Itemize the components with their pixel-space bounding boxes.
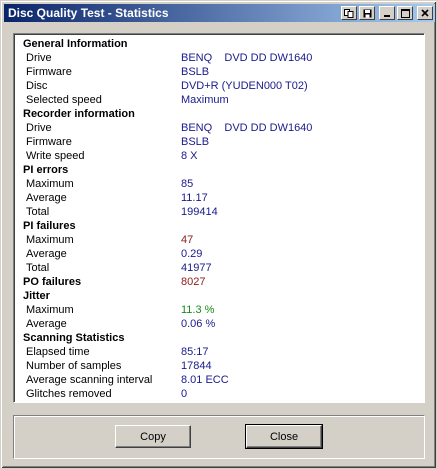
section-header: Jitter (23, 289, 424, 303)
stat-value: 8 X (181, 150, 198, 162)
section-header-value: 8027 (181, 276, 206, 288)
section-header: PI failures (23, 219, 424, 233)
stat-label: Drive (26, 52, 52, 64)
stat-value: Maximum (181, 94, 229, 106)
stat-value: 8.01 ECC (181, 374, 229, 386)
stat-row: Glitches removed 0 (23, 387, 424, 401)
stat-value: 0.06 % (181, 318, 216, 330)
stat-row: Average 0.29 (23, 247, 424, 261)
stat-label: Drive (26, 122, 52, 134)
stat-value: BSLB (181, 136, 210, 148)
stat-row: Firmware BSLB (23, 135, 424, 149)
stat-value: 85:17 (181, 346, 209, 358)
stat-row: Average scanning interval 8.01 ECC (23, 373, 424, 387)
stat-row: Total 199414 (23, 205, 424, 219)
stat-label: Average (26, 318, 67, 330)
stat-row: Drive BENQ DVD DD DW1640 (23, 51, 424, 65)
stat-row: Maximum 11.3 % (23, 303, 424, 317)
stat-label: Average scanning interval (26, 374, 153, 386)
stat-label: Maximum (26, 304, 74, 316)
section-header: Scanning Statistics (23, 331, 424, 345)
minimize-icon[interactable] (379, 6, 395, 20)
section-header-label: PI failures (23, 220, 76, 232)
stat-row: Maximum 47 (23, 233, 424, 247)
stat-value: 11.17 (181, 192, 208, 204)
stat-row: Elapsed time 85:17 (23, 345, 424, 359)
save-icon[interactable] (359, 6, 375, 20)
stat-value: 199414 (181, 206, 218, 218)
stat-row: Firmware BSLB (23, 65, 424, 79)
stat-value: BENQ DVD DD DW1640 (181, 122, 313, 134)
stat-row: Disc DVD+R (YUDEN000 T02) (23, 79, 424, 93)
close-icon[interactable] (417, 6, 433, 20)
stat-row: Maximum 85 (23, 177, 424, 191)
statistics-window: Disc Quality Test - Statistics General I… (0, 0, 437, 469)
stat-row: Average 0.06 % (23, 317, 424, 331)
stat-row: Number of samples 17844 (23, 359, 424, 373)
section-header-label: Jitter (23, 290, 50, 302)
stat-label: Elapsed time (26, 346, 90, 358)
stat-value: 85 (181, 178, 194, 190)
stat-row: Total 41977 (23, 261, 424, 275)
stat-label: Firmware (26, 66, 72, 78)
section-header-label: Scanning Statistics (23, 332, 125, 344)
title-bar[interactable]: Disc Quality Test - Statistics (4, 4, 435, 22)
stat-row: Average 11.17 (23, 191, 424, 205)
stat-value: 0.29 (181, 248, 203, 260)
stat-value: DVD+R (YUDEN000 T02) (181, 80, 308, 92)
section-header-label: PO failures (23, 276, 82, 288)
section-header-label: Recorder information (23, 108, 135, 120)
copy-to-clipboard-icon[interactable] (341, 6, 357, 20)
statistics-panel: General Information Drive BENQ DVD DD DW16… (13, 33, 425, 403)
stat-label: Average (26, 192, 67, 204)
stat-label: Total (26, 262, 50, 274)
stat-value: BENQ DVD DD DW1640 (181, 52, 313, 64)
stat-row: Write speed 8 X (23, 149, 424, 163)
section-header: PO failures 8027 (23, 275, 424, 289)
section-header: PI errors (23, 163, 424, 177)
section-header: General Information (23, 37, 424, 51)
copy-button[interactable]: Copy (115, 425, 191, 448)
stat-row: Drive BENQ DVD DD DW1640 (23, 121, 424, 135)
close-button[interactable]: Close (245, 424, 323, 449)
stat-label: Firmware (26, 136, 72, 148)
stat-row: Selected speed Maximum (23, 93, 424, 107)
stat-label: Number of samples (26, 360, 122, 372)
stat-value: 47 (181, 234, 194, 246)
section-header-label: PI errors (23, 164, 69, 176)
stat-label: Disc (26, 80, 48, 92)
stat-value: 11.3 % (181, 304, 215, 316)
stat-label: Average (26, 248, 67, 260)
stat-value: BSLB (181, 66, 210, 78)
stat-label: Total (26, 206, 50, 218)
stat-label: Maximum (26, 178, 74, 190)
section-header-label: General Information (23, 38, 128, 50)
stat-value: 0 (181, 388, 188, 400)
stat-label: Maximum (26, 234, 74, 246)
button-bar: Copy Close (13, 415, 425, 459)
section-header: Recorder information (23, 107, 424, 121)
stat-label: Selected speed (26, 94, 102, 106)
stat-value: 17844 (181, 360, 212, 372)
stat-label: Write speed (26, 150, 85, 162)
stat-value: 41977 (181, 262, 212, 274)
window-title: Disc Quality Test - Statistics (8, 6, 169, 20)
stat-label: Glitches removed (26, 388, 112, 400)
maximize-icon[interactable] (397, 6, 413, 20)
